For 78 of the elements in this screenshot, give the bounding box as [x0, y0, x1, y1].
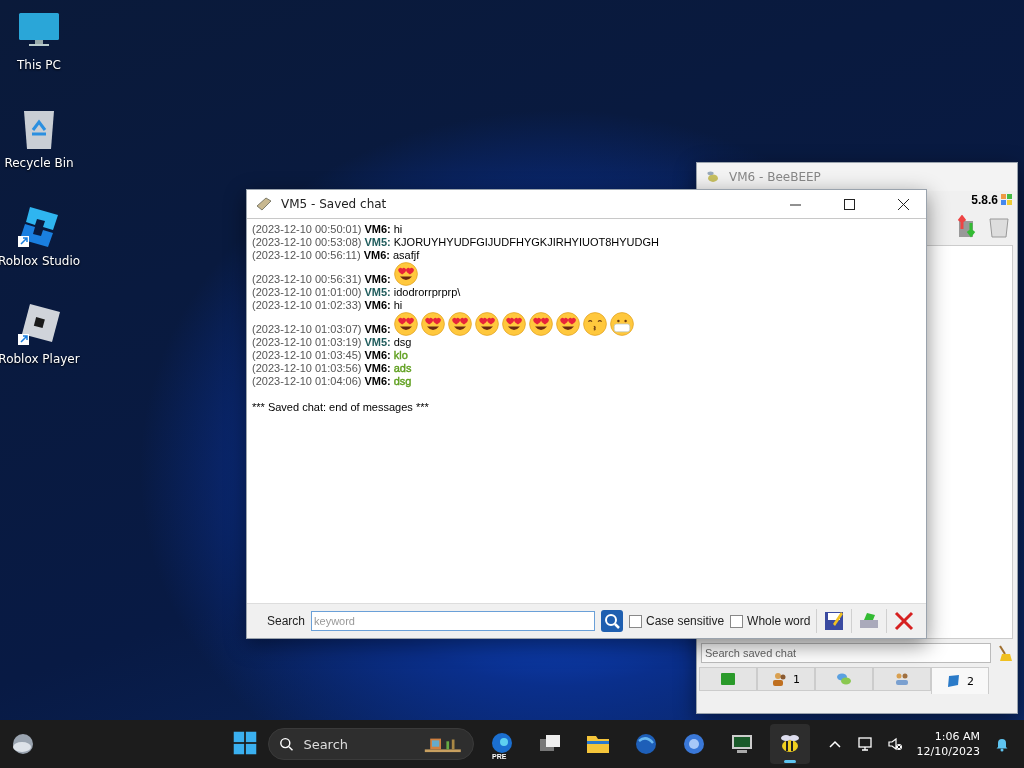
cloud-icon[interactable] — [10, 732, 36, 756]
tab[interactable] — [699, 667, 757, 691]
version-label: 5.8.6 — [971, 193, 998, 207]
checkbox[interactable] — [629, 614, 643, 628]
message-text: klo — [393, 349, 408, 362]
ring-icon — [681, 731, 707, 757]
message-timestamp: (2023-12-10 01:03:45) — [252, 349, 362, 362]
window-title: VM6 - BeeBEEP — [729, 170, 822, 184]
clock[interactable]: 1:06 AM 12/10/2023 — [916, 729, 980, 759]
sender-name: VM6: — [363, 249, 390, 262]
bell-icon[interactable] — [994, 736, 1010, 752]
message-text: dsg — [393, 336, 412, 349]
tab-count: 1 — [793, 672, 800, 686]
network-icon[interactable] — [856, 736, 873, 752]
message-timestamp: (2023-12-10 01:03:19) — [252, 336, 362, 349]
sender-name: VM5: — [364, 236, 391, 249]
desktop-icon-label[interactable]: This PC — [17, 58, 61, 72]
whole-word-checkbox[interactable]: Whole word — [730, 614, 811, 628]
sender-name: VM6: — [364, 273, 391, 286]
desktop-icon-label[interactable]: Roblox Studio — [0, 254, 81, 268]
search-button[interactable] — [601, 610, 624, 632]
taskbar-search-box[interactable]: Search — [268, 728, 474, 760]
broom-icon[interactable] — [997, 644, 1013, 662]
book-icon — [255, 196, 273, 212]
chat-bubbles-icon — [836, 671, 852, 687]
save-button[interactable] — [823, 610, 846, 632]
desktop-icon-label[interactable]: Recycle Bin — [4, 156, 74, 170]
end-of-messages-note: *** Saved chat: end of messages *** — [252, 401, 430, 414]
message-text: hi — [393, 299, 403, 312]
case-sensitive-checkbox[interactable]: Case sensitive — [629, 614, 725, 628]
screen-icon — [720, 671, 736, 687]
message-text: ads — [393, 362, 412, 375]
message-timestamp: (2023-12-10 01:03:07) — [252, 323, 362, 336]
search-field[interactable]: Search saved chat — [701, 643, 991, 663]
close-icon[interactable] — [897, 198, 909, 210]
sender-name: VM6: — [364, 223, 391, 236]
checkbox[interactable] — [730, 614, 744, 628]
tab[interactable]: 1 — [757, 667, 815, 691]
group-icon — [894, 671, 910, 687]
message-text: dsg — [393, 375, 412, 388]
time-text: 1:06 AM — [934, 729, 980, 744]
message-timestamp: (2023-12-10 00:53:08) — [252, 236, 362, 249]
globe-icon — [633, 731, 659, 757]
message-timestamp: (2023-12-10 01:02:33) — [252, 299, 362, 312]
bee-icon — [705, 169, 721, 185]
sender-name: VM5: — [364, 336, 391, 349]
message-timestamp: (2023-12-10 00:56:31) — [252, 273, 362, 286]
message-timestamp: (2023-12-10 00:50:01) — [252, 223, 362, 236]
window-title: VM5 - Saved chat — [281, 197, 388, 211]
message-timestamp: (2023-12-10 01:01:00) — [252, 286, 362, 299]
sender-name: VM5: — [364, 286, 391, 299]
sender-name: VM6: — [364, 349, 391, 362]
search-icon — [279, 736, 294, 752]
muted-speaker-icon[interactable] — [886, 736, 903, 752]
keyword-field[interactable]: keyword — [311, 611, 596, 631]
sender-name: VM6: — [364, 299, 391, 312]
player-logo-icon — [16, 302, 62, 348]
search-label: Search — [267, 614, 306, 628]
sender-name: VM6: — [364, 362, 391, 375]
message-timestamp: (2023-12-10 01:04:06) — [252, 375, 362, 388]
date-text: 12/10/2023 — [916, 744, 980, 759]
windows-flag-icon — [1001, 194, 1013, 206]
tab[interactable]: 2 — [931, 667, 989, 694]
message-text: hi — [393, 223, 403, 236]
users-icon — [772, 671, 788, 687]
sender-name: VM6: — [364, 375, 391, 388]
message-timestamp: (2023-12-10 01:03:56) — [252, 362, 362, 375]
tab-count: 2 — [967, 674, 974, 688]
taskbar-app-button[interactable] — [770, 724, 810, 764]
message-timestamp: (2023-12-10 00:56:11) — [252, 249, 361, 262]
maximize-icon[interactable] — [843, 198, 855, 210]
saved-chat-icon — [946, 673, 962, 689]
message-text: idodrorrprprp\ — [393, 286, 461, 299]
desktop-icon-label[interactable]: Roblox Player — [0, 352, 80, 366]
message-text: KJORUYHYUDFGIJUDFHYGKJIRHYIUOT8HYUDGH — [393, 236, 659, 249]
search-field[interactable]: Search — [301, 735, 416, 753]
message-text: asafjf — [392, 249, 420, 262]
sender-name: VM6: — [364, 323, 391, 336]
